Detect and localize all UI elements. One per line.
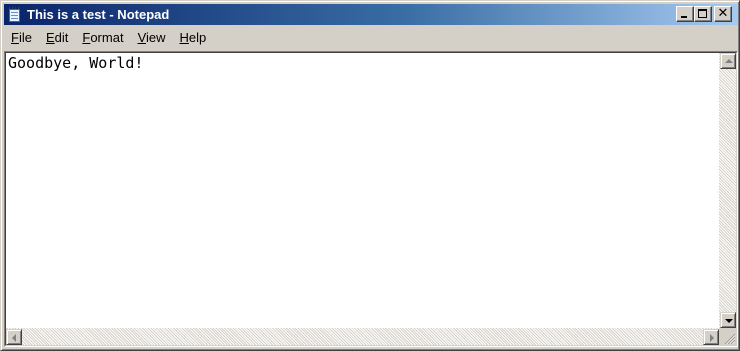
minimize-icon — [681, 16, 687, 18]
text-editing-area[interactable]: Goodbye, World! — [8, 54, 716, 325]
window-controls: ✕ — [676, 6, 732, 22]
menu-format[interactable]: Format — [75, 28, 130, 48]
scroll-up-button[interactable] — [720, 53, 736, 69]
menu-edit-label: dit — [54, 30, 69, 45]
menu-help[interactable]: Help — [173, 28, 214, 48]
scroll-down-button[interactable] — [720, 312, 736, 328]
notepad-icon[interactable] — [7, 6, 23, 23]
menu-bar: File Edit Format View Help — [4, 27, 213, 49]
menu-edit[interactable]: Edit — [39, 28, 75, 48]
menu-file[interactable]: File — [4, 28, 39, 48]
arrow-down-icon — [725, 319, 733, 323]
close-icon: ✕ — [717, 6, 729, 21]
menu-help-mnemonic: H — [179, 30, 189, 45]
menu-view-label: iew — [146, 30, 166, 45]
scroll-right-button[interactable] — [703, 329, 719, 345]
resize-grip-icon — [722, 331, 735, 344]
menu-view[interactable]: View — [131, 28, 173, 48]
arrow-up-icon — [725, 59, 733, 63]
arrow-left-icon — [12, 334, 16, 342]
vertical-scrollbar[interactable] — [719, 53, 736, 328]
minimize-button[interactable] — [676, 6, 694, 22]
arrow-right-icon — [710, 334, 714, 342]
horizontal-scrollbar[interactable] — [6, 328, 719, 345]
menu-file-mnemonic: F — [11, 30, 19, 45]
window-title: This is a test - Notepad — [27, 7, 170, 22]
notepad-window: This is a test - Notepad ✕ File Edit For… — [0, 0, 740, 351]
title-bar[interactable]: This is a test - Notepad ✕ — [4, 4, 738, 25]
editor: Goodbye, World! — [5, 52, 737, 346]
menu-view-mnemonic: V — [137, 30, 146, 45]
editor-frame: Goodbye, World! — [4, 51, 738, 347]
menu-help-label: elp — [188, 30, 207, 45]
menu-format-label: ormat — [90, 30, 124, 45]
scroll-left-button[interactable] — [6, 329, 22, 345]
menu-edit-mnemonic: E — [45, 30, 55, 45]
close-button[interactable]: ✕ — [714, 6, 732, 22]
size-grip[interactable] — [719, 328, 736, 345]
menu-file-label: ile — [18, 30, 32, 45]
maximize-button[interactable] — [694, 6, 712, 22]
maximize-icon — [698, 9, 707, 18]
